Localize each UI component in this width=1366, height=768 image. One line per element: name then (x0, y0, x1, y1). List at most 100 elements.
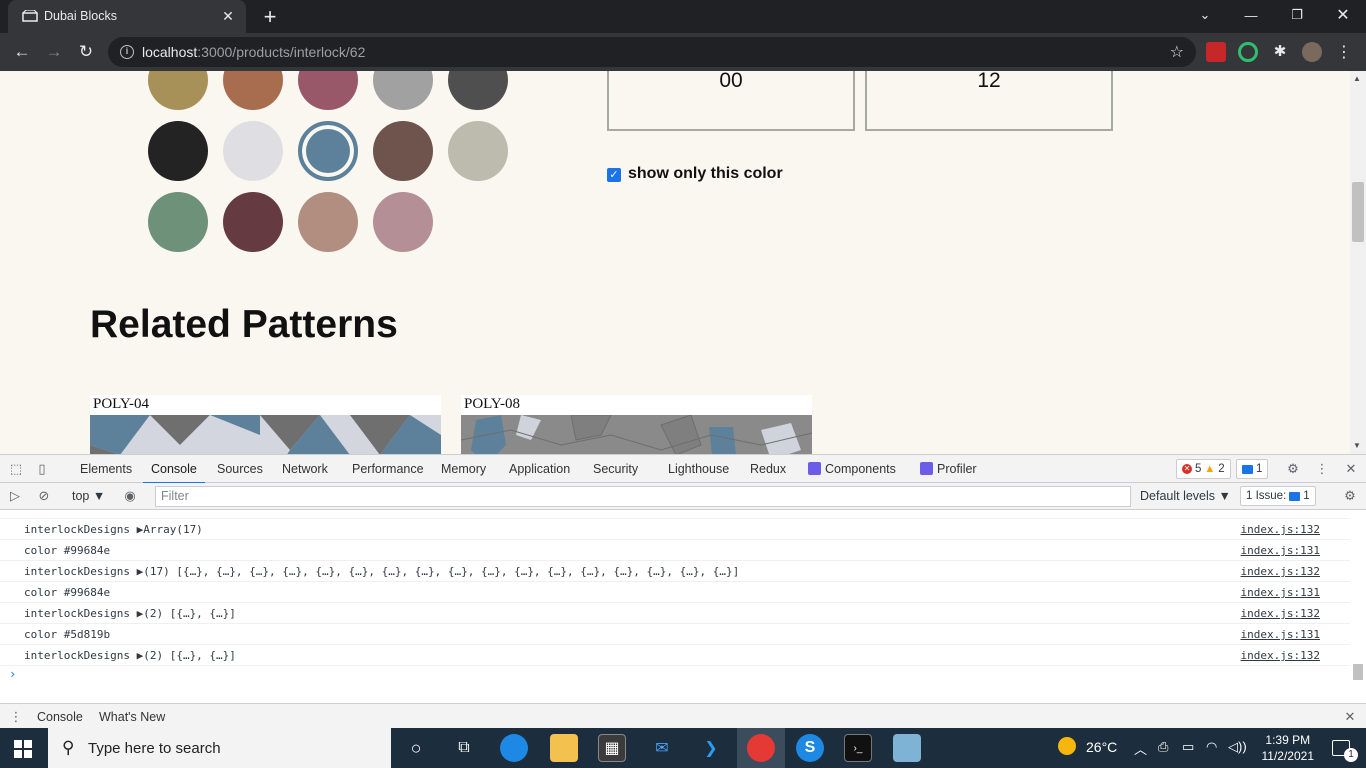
show-only-color-checkbox[interactable]: ✓ (607, 168, 621, 182)
weather-sun-icon[interactable] (1058, 737, 1076, 755)
devtools-tab-performance[interactable]: Performance (352, 462, 424, 476)
console-row[interactable]: color #99684e index.js:131 (0, 540, 1350, 561)
devtools-tab-memory[interactable]: Memory (441, 462, 486, 476)
site-info-icon[interactable]: i (120, 45, 134, 59)
volume-icon[interactable]: ◁)) (1228, 739, 1247, 755)
mail-icon[interactable]: ✉ (648, 734, 676, 762)
close-devtools-icon[interactable]: ✕ (1343, 461, 1359, 477)
browser-tab[interactable]: Dubai Blocks ✕ (8, 0, 246, 33)
devtools-tab-application[interactable]: Application (509, 462, 570, 476)
color-swatch[interactable] (148, 71, 208, 110)
drawer-tab-whats-new[interactable]: What's New (99, 710, 165, 724)
back-button[interactable]: ← (10, 40, 34, 64)
pattern-card[interactable]: POLY-08 (461, 395, 812, 454)
settings-gear-icon[interactable]: ⚙ (1285, 461, 1301, 477)
restore-button[interactable]: ❐ (1274, 0, 1320, 30)
devtools-tab-network[interactable]: Network (282, 462, 328, 476)
sidebar-toggle-icon[interactable]: ▷ (7, 488, 23, 504)
source-link[interactable]: index.js:131 (1241, 628, 1320, 641)
wifi-icon[interactable]: ◠ (1206, 739, 1217, 755)
console-settings-icon[interactable]: ⚙ (1342, 488, 1358, 504)
color-swatch[interactable] (373, 121, 433, 181)
tray-chevron-icon[interactable]: ︿ (1134, 739, 1147, 758)
extension-icon[interactable] (1206, 42, 1226, 62)
devtools-tab-components[interactable]: Components (808, 462, 896, 476)
color-swatch[interactable] (148, 121, 208, 181)
url-text[interactable]: localhost:3000/products/interlock/62 (142, 44, 365, 60)
devtools-tab-elements[interactable]: Elements (80, 462, 132, 476)
bookmark-star-icon[interactable]: ☆ (1170, 42, 1184, 62)
microsoft-store-icon[interactable]: ▦ (598, 734, 626, 762)
error-warning-counter[interactable]: ✕ 5 ▲ 2 (1176, 459, 1231, 479)
color-swatch[interactable] (298, 121, 358, 181)
device-toolbar-icon[interactable]: ▯ (34, 461, 50, 477)
windows-start-icon[interactable] (14, 740, 32, 758)
console-message[interactable]: color #99684e (24, 586, 110, 599)
console-scrollbar[interactable] (1350, 511, 1366, 701)
devtools-tab-security[interactable]: Security (593, 462, 638, 476)
window-close-button[interactable]: ✕ (1320, 0, 1366, 30)
minimize-button[interactable]: — (1228, 0, 1274, 30)
page-scrollbar[interactable]: ▲ ▼ (1350, 71, 1366, 454)
console-row[interactable]: interlockDesigns ▶(2) [{…}, {…}] index.js… (0, 645, 1350, 666)
scroll-down-arrow[interactable]: ▼ (1353, 441, 1361, 450)
close-drawer-icon[interactable]: ✕ (1342, 709, 1358, 725)
color-swatch[interactable] (223, 121, 283, 181)
issues-button[interactable]: 1 Issue: 1 (1240, 486, 1316, 506)
app-icon[interactable] (893, 734, 921, 762)
context-selector[interactable]: top ▼ (72, 489, 105, 503)
scroll-up-arrow[interactable]: ▲ (1353, 74, 1361, 83)
console-message[interactable]: color #5d819b (24, 628, 110, 641)
scrollbar-thumb[interactable] (1352, 182, 1364, 242)
devtools-tab-profiler[interactable]: Profiler (920, 462, 977, 476)
color-swatch[interactable] (373, 71, 433, 110)
console-row[interactable]: interlockDesigns ▶(2) [{…}, {…}] index.js… (0, 603, 1350, 624)
new-tab-button[interactable]: + (258, 4, 282, 29)
battery-icon[interactable]: ▭ (1182, 739, 1194, 755)
file-explorer-icon[interactable] (550, 734, 578, 762)
color-swatch[interactable] (448, 71, 508, 110)
console-row[interactable]: color #5d819b index.js:131 (0, 624, 1350, 645)
color-swatch[interactable] (223, 71, 283, 110)
color-swatch[interactable] (448, 121, 508, 181)
source-link[interactable]: index.js:132 (1241, 523, 1320, 536)
devtools-tab-sources[interactable]: Sources (217, 462, 263, 476)
pattern-card[interactable]: POLY-04 (90, 395, 441, 454)
chrome-icon[interactable] (747, 734, 775, 762)
edge-browser-icon[interactable] (500, 734, 528, 762)
close-tab-icon[interactable]: ✕ (218, 6, 238, 26)
source-link[interactable]: index.js:132 (1241, 649, 1320, 662)
color-swatch[interactable] (298, 192, 358, 252)
cortana-icon[interactable]: ○ (402, 734, 430, 762)
devtools-tab-redux[interactable]: Redux (750, 462, 786, 476)
console-row[interactable]: interlockDesigns ▶(17) [{…}, {…}, {…}, {… (0, 561, 1350, 582)
chrome-menu-icon[interactable]: ⋮ (1334, 42, 1354, 62)
console-message[interactable]: interlockDesigns ▶(2) [{…}, {…}] (24, 649, 236, 662)
console-row[interactable]: interlockDesigns ▶Array(17) index.js:132 (0, 519, 1350, 540)
source-link[interactable]: index.js:132 (1241, 607, 1320, 620)
source-link[interactable]: index.js:131 (1241, 544, 1320, 557)
console-message[interactable]: interlockDesigns ▶(17) [{…}, {…}, {…}, {… (24, 565, 739, 578)
eye-icon[interactable]: ◉ (122, 488, 138, 504)
console-message[interactable]: interlockDesigns ▶Array(17) (24, 523, 203, 536)
color-swatch[interactable] (148, 192, 208, 252)
terminal-icon[interactable]: ›_ (844, 734, 872, 762)
console-filter-input[interactable]: Filter (155, 486, 1131, 507)
devtools-menu-icon[interactable]: ⋮ (1314, 461, 1330, 477)
forward-button[interactable]: → (42, 40, 66, 64)
skype-icon[interactable]: S (796, 734, 824, 762)
message-counter[interactable]: 1 (1236, 459, 1269, 479)
console-row[interactable]: color #99684e index.js:131 (0, 582, 1350, 603)
taskbar-search-box[interactable]: ⚲ Type here to search (48, 728, 391, 768)
profile-avatar[interactable] (1302, 42, 1322, 62)
tab-search-icon[interactable]: ⌄ (1182, 0, 1228, 30)
console-message[interactable]: interlockDesigns ▶(2) [{…}, {…}] (24, 607, 236, 620)
color-swatch[interactable] (373, 192, 433, 252)
vscode-icon[interactable]: ❯ (697, 734, 725, 762)
console-scrollbar-thumb[interactable] (1353, 664, 1363, 680)
console-message[interactable]: color #99684e (24, 544, 110, 557)
drawer-tab-console[interactable]: Console (29, 710, 91, 731)
meet-now-icon[interactable]: ⎙ (1158, 739, 1168, 755)
reload-button[interactable]: ↻ (74, 40, 98, 64)
devtools-tab-console[interactable]: Console (143, 462, 205, 484)
